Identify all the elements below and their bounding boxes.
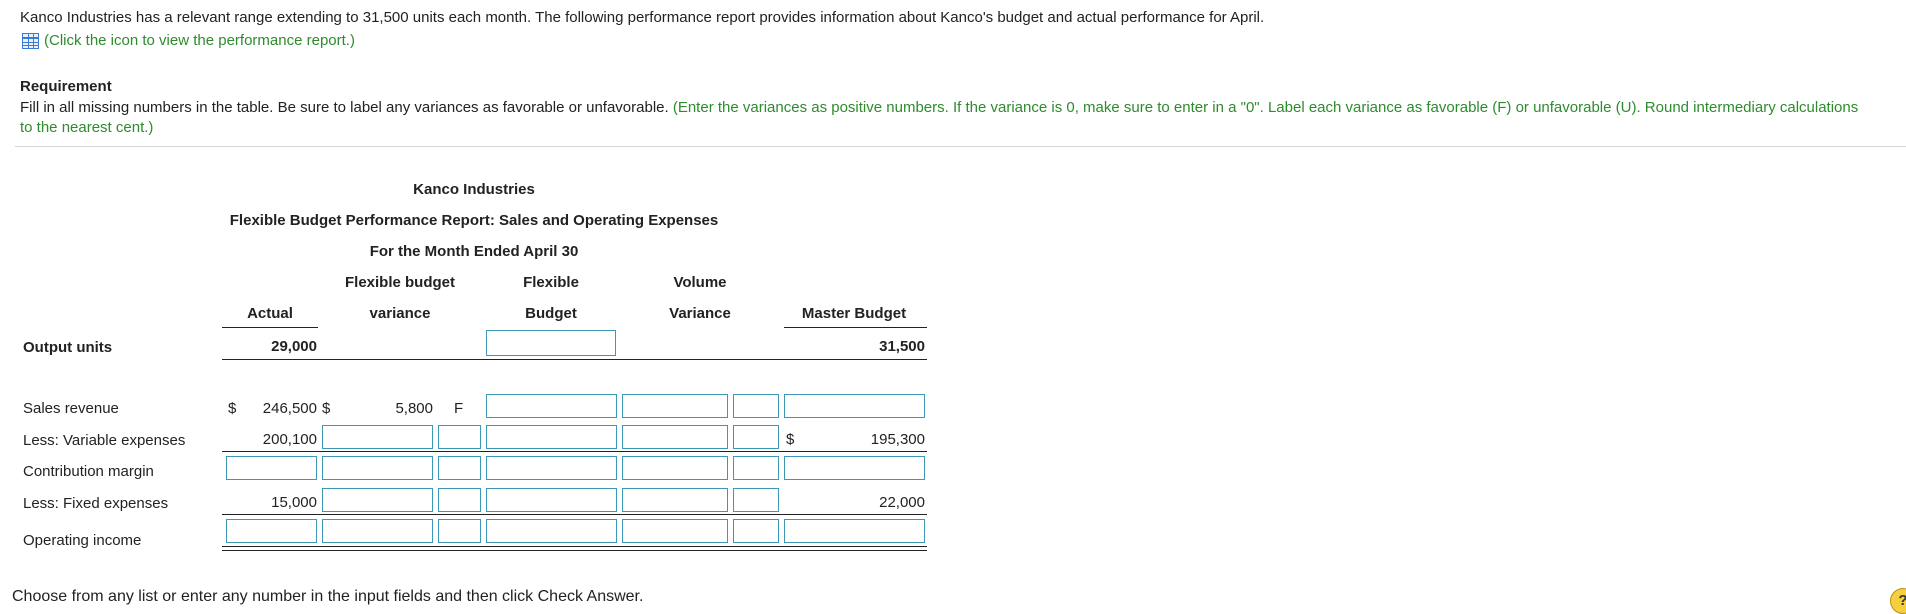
header-flexible-budget-line1: Flexible: [523, 274, 579, 291]
header-actual: Actual: [247, 305, 293, 322]
contribution-margin-fb-variance-input[interactable]: [322, 456, 433, 480]
contribution-margin-volume-variance-input[interactable]: [622, 456, 728, 480]
footer-instructions: Choose from any list or enter any number…: [12, 588, 644, 605]
sales-revenue-master-input[interactable]: [784, 394, 925, 418]
contribution-margin-master-input[interactable]: [784, 456, 925, 480]
performance-report-link[interactable]: (Click the icon to view the performance …: [22, 32, 355, 49]
contribution-margin-fb-label-input[interactable]: [438, 456, 481, 480]
report-title: Flexible Budget Performance Report: Sale…: [229, 212, 719, 229]
fixed-expenses-actual: 15,000: [271, 494, 317, 511]
header-master-budget: Master Budget: [801, 305, 907, 322]
contribution-margin-actual-input[interactable]: [226, 456, 317, 480]
row-label-variable-expenses: Less: Variable expenses: [23, 432, 186, 449]
contribution-margin-flexible-budget-input[interactable]: [486, 456, 617, 480]
header-flexible-budget-variance-line2: variance: [369, 305, 431, 322]
row-label-fixed-expenses: Less: Fixed expenses: [23, 495, 169, 512]
sales-revenue-fb-variance: 5,800: [395, 400, 433, 417]
header-volume-variance-line2: Variance: [669, 305, 731, 322]
output-units-flexible-budget-input[interactable]: [486, 330, 616, 356]
fixed-expenses-volume-variance-input[interactable]: [622, 488, 728, 512]
row-label-operating-income: Operating income: [23, 532, 142, 549]
sales-revenue-fb-dollar: $: [322, 400, 331, 417]
report-company: Kanco Industries: [413, 181, 535, 198]
row-label-contribution-margin: Contribution margin: [23, 463, 154, 480]
fixed-expenses-fb-variance-input[interactable]: [322, 488, 433, 512]
variable-expenses-fb-label-input[interactable]: [438, 425, 481, 449]
contribution-margin-volume-label-input[interactable]: [733, 456, 779, 480]
operating-income-fb-label-input[interactable]: [438, 519, 481, 543]
header-volume-variance-line1: Volume: [673, 274, 727, 291]
output-units-actual: 29,000: [271, 338, 317, 355]
sales-revenue-flexible-budget-input[interactable]: [486, 394, 617, 418]
variable-expenses-underline: [222, 451, 927, 452]
operating-income-volume-variance-input[interactable]: [622, 519, 728, 543]
fixed-expenses-flexible-budget-input[interactable]: [486, 488, 617, 512]
operating-income-double-underline-top: [222, 546, 927, 547]
help-icon[interactable]: ?: [1890, 588, 1906, 614]
sales-revenue-volume-label-input[interactable]: [733, 394, 779, 418]
table-icon[interactable]: [22, 32, 39, 49]
header-flexible-budget-variance-line1: Flexible budget: [344, 274, 455, 291]
operating-income-volume-label-input[interactable]: [733, 519, 779, 543]
header-flexible-budget-line2: Budget: [525, 305, 577, 322]
variable-expenses-actual: 200,100: [262, 431, 317, 448]
fixed-expenses-master: 22,000: [879, 494, 925, 511]
variable-expenses-master: 195,300: [870, 431, 925, 448]
row-label-output-units: Output units: [23, 339, 113, 356]
sales-revenue-volume-variance-input[interactable]: [622, 394, 728, 418]
operating-income-fb-variance-input[interactable]: [322, 519, 433, 543]
report-period: For the Month Ended April 30: [369, 243, 579, 260]
operating-income-flexible-budget-input[interactable]: [486, 519, 617, 543]
requirement-title: Requirement: [20, 78, 112, 95]
variable-expenses-flexible-budget-input[interactable]: [486, 425, 617, 449]
output-units-master: 31,500: [879, 338, 925, 355]
variable-expenses-volume-label-input[interactable]: [733, 425, 779, 449]
underline-master: [784, 327, 927, 328]
fixed-expenses-fb-label-input[interactable]: [438, 488, 481, 512]
fixed-expenses-volume-label-input[interactable]: [733, 488, 779, 512]
sales-revenue-actual-dollar: $: [228, 400, 237, 417]
row-label-sales-revenue: Sales revenue: [23, 400, 119, 417]
output-units-underline: [222, 359, 927, 360]
operating-income-actual-input[interactable]: [226, 519, 317, 543]
divider: [15, 146, 1906, 147]
underline-actual: [222, 327, 318, 328]
fixed-expenses-underline: [222, 514, 927, 515]
sales-revenue-actual: 246,500: [262, 400, 317, 417]
variable-expenses-volume-variance-input[interactable]: [622, 425, 728, 449]
requirement-instructions: Fill in all missing numbers in the table…: [20, 99, 669, 116]
intro-text: Kanco Industries has a relevant range ex…: [20, 9, 1265, 26]
variable-expenses-fb-variance-input[interactable]: [322, 425, 433, 449]
operating-income-master-input[interactable]: [784, 519, 925, 543]
sales-revenue-fb-label: F: [454, 400, 464, 417]
operating-income-double-underline-bottom: [222, 550, 927, 551]
variable-expenses-master-dollar: $: [786, 431, 795, 448]
requirement-text: Fill in all missing numbers in the table…: [20, 98, 1870, 138]
performance-report-link-text[interactable]: (Click the icon to view the performance …: [44, 32, 355, 49]
